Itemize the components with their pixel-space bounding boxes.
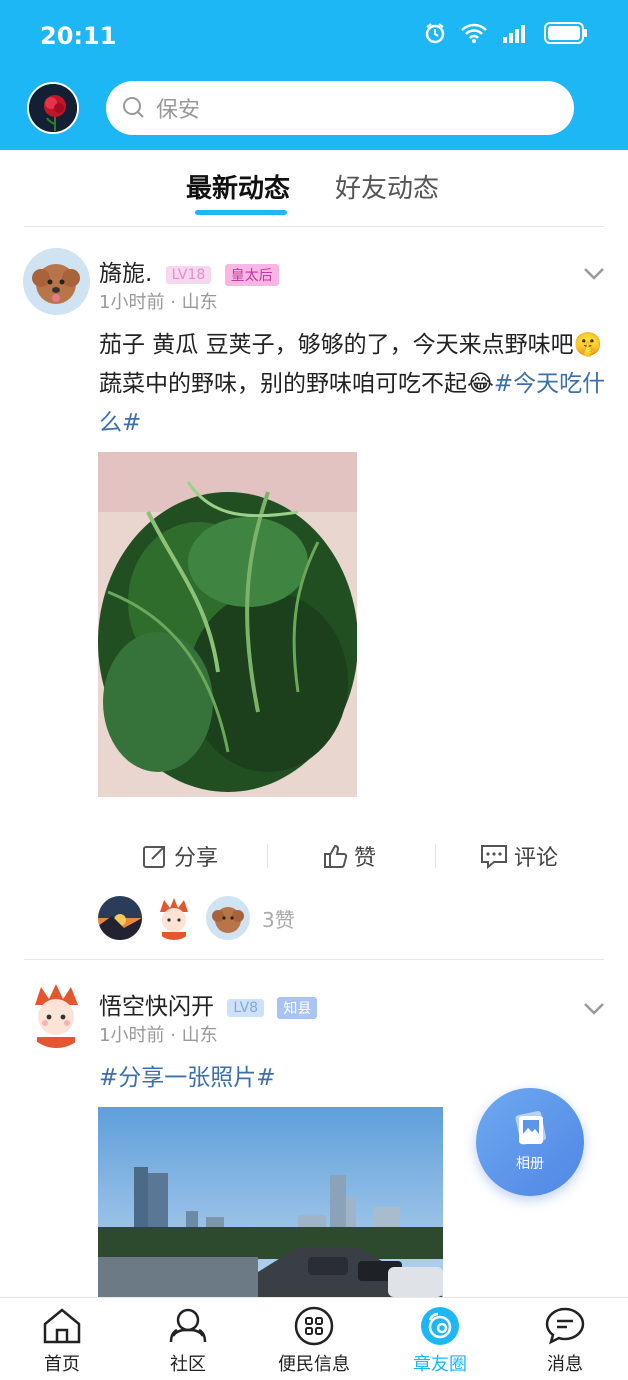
level-badge: LV18 xyxy=(165,265,212,284)
title-badge: 知县 xyxy=(277,996,318,1019)
tab-latest[interactable]: 最新动态 xyxy=(186,168,290,205)
album-icon xyxy=(515,1111,547,1145)
battery-icon xyxy=(544,22,587,44)
nav-services[interactable]: 便民信息 xyxy=(259,1306,369,1376)
liker-avatar[interactable] xyxy=(98,896,142,940)
title-badge: 皇太后 xyxy=(224,263,279,286)
bottom-nav: 首页 社区 便民信息 章友圈 消息 xyxy=(0,1297,628,1380)
search-placeholder: 保安 xyxy=(156,98,201,123)
album-label: 相册 xyxy=(516,1156,544,1172)
divider xyxy=(24,959,604,960)
liker-avatar[interactable] xyxy=(152,896,196,940)
author-name-row: 悟空快闪开 LV8 知县 xyxy=(99,987,318,1021)
thumbs-up-icon xyxy=(324,844,348,868)
nav-services-label: 便民信息 xyxy=(278,1354,350,1375)
status-icons xyxy=(424,22,588,44)
post-image[interactable] xyxy=(98,452,357,797)
wifi-icon xyxy=(461,23,487,43)
divider xyxy=(435,844,436,868)
post-time: 1小时前 xyxy=(99,1025,165,1046)
author-name-row: 旖旎. LV18 皇太后 xyxy=(99,254,279,288)
author-name[interactable]: 悟空快闪开 xyxy=(99,994,214,1020)
share-button[interactable]: 分享 xyxy=(142,840,218,872)
share-label: 分享 xyxy=(174,846,219,871)
chevron-down-icon[interactable] xyxy=(582,1001,606,1017)
nav-friend-circle[interactable]: 章友圈 xyxy=(385,1306,495,1376)
header: 20:11 保安 xyxy=(0,0,628,150)
circle-icon xyxy=(421,1307,459,1345)
post-location: 山东 xyxy=(181,1025,218,1046)
post-meta: 1小时前 · 山东 xyxy=(99,1021,218,1047)
chevron-down-icon[interactable] xyxy=(582,266,606,282)
feed-tabs: 最新动态 好友动态 xyxy=(0,150,628,226)
author-avatar[interactable] xyxy=(23,981,90,1048)
author-name[interactable]: 旖旎. xyxy=(99,261,152,287)
likers-row: 3赞 xyxy=(98,896,295,940)
divider xyxy=(24,226,604,227)
post-location: 山东 xyxy=(181,292,218,313)
my-avatar[interactable] xyxy=(27,82,79,134)
comment-icon xyxy=(481,845,507,869)
author-avatar[interactable] xyxy=(23,248,90,315)
level-badge: LV8 xyxy=(227,998,265,1017)
post-actions: 分享 赞 评论 xyxy=(0,830,628,880)
share-icon xyxy=(143,846,165,868)
home-icon xyxy=(43,1308,81,1344)
tab-indicator xyxy=(195,210,287,215)
nav-community-label: 社区 xyxy=(170,1354,206,1375)
nav-friend-circle-label: 章友圈 xyxy=(413,1354,467,1375)
tab-friends[interactable]: 好友动态 xyxy=(335,168,439,205)
post-time: 1小时前 xyxy=(99,292,165,313)
signal-icon xyxy=(503,25,525,43)
status-time: 20:11 xyxy=(40,22,117,50)
comment-label: 评论 xyxy=(514,846,559,871)
album-button[interactable]: 相册 xyxy=(476,1088,584,1196)
post-meta: 1小时前 · 山东 xyxy=(99,288,218,314)
message-icon xyxy=(545,1307,585,1345)
nav-messages[interactable]: 消息 xyxy=(510,1306,620,1376)
grid-icon xyxy=(294,1306,334,1346)
nav-home[interactable]: 首页 xyxy=(7,1306,117,1376)
nav-home-label: 首页 xyxy=(44,1354,80,1375)
topic-link[interactable]: #分享一张照片# xyxy=(99,1065,276,1091)
alarm-icon xyxy=(425,23,445,44)
post-text: 茄子 黄瓜 豆荚子，够够的了，今天来点野味吧🤫蔬菜中的野味，别的野味咱可吃不起😂… xyxy=(99,326,609,443)
search-bar[interactable]: 保安 xyxy=(106,81,574,135)
divider xyxy=(267,844,268,868)
post-image[interactable] xyxy=(98,1107,443,1297)
community-icon xyxy=(169,1308,207,1343)
nav-community[interactable]: 社区 xyxy=(133,1306,243,1376)
comment-button[interactable]: 评论 xyxy=(480,840,558,872)
liker-avatar[interactable] xyxy=(206,896,250,940)
search-icon xyxy=(123,97,144,118)
meta-dot: · xyxy=(170,292,182,313)
like-button[interactable]: 赞 xyxy=(322,840,376,872)
like-label: 赞 xyxy=(354,846,377,871)
like-count[interactable]: 3赞 xyxy=(262,904,295,933)
nav-messages-label: 消息 xyxy=(547,1354,583,1375)
meta-dot: · xyxy=(170,1025,182,1046)
